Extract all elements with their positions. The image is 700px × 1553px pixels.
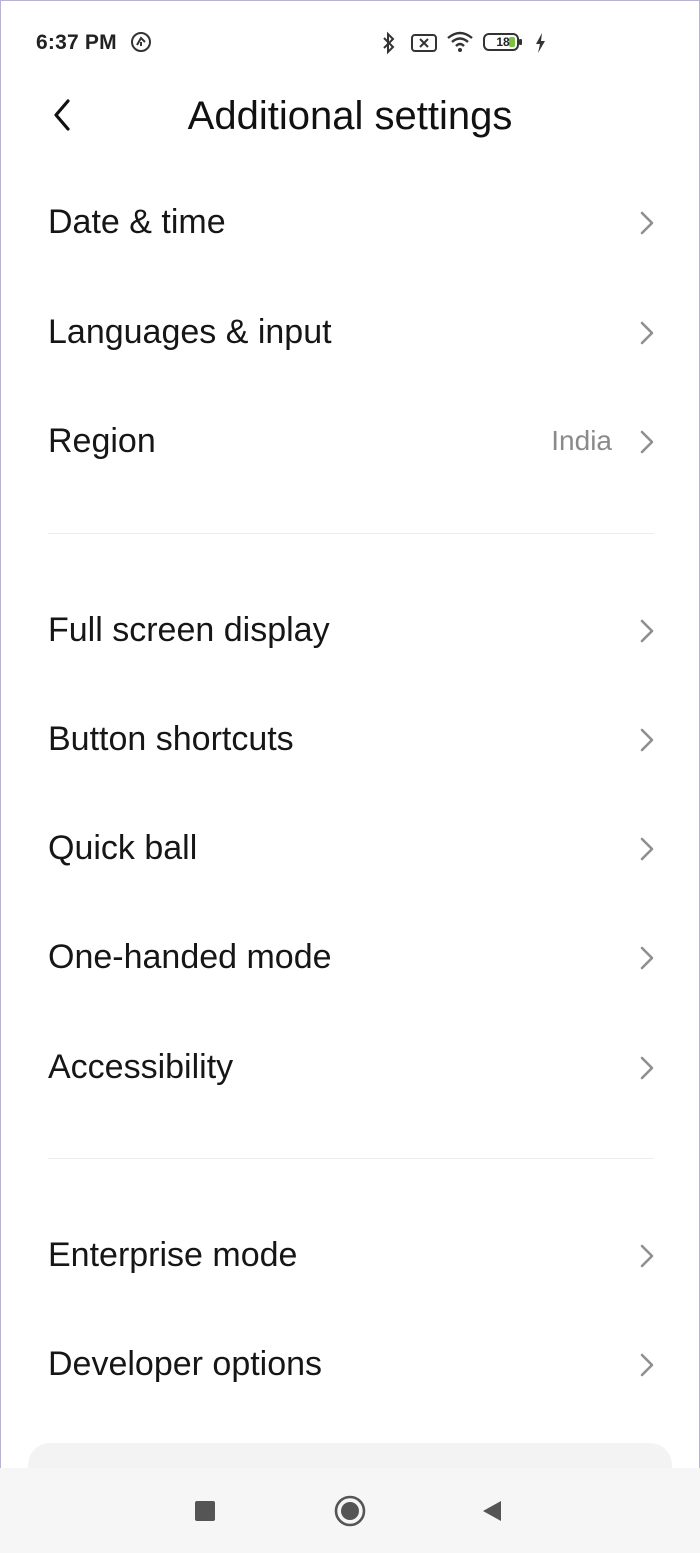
settings-item-label: Button shortcuts (48, 720, 294, 758)
settings-item-label: Developer options (48, 1345, 323, 1383)
back-icon[interactable] (481, 1499, 503, 1523)
chevron-right-icon (640, 1244, 654, 1268)
settings-item-label: Languages & input (48, 313, 332, 351)
section-divider (48, 1158, 654, 1159)
chevron-right-icon (640, 837, 654, 861)
settings-item-languages-input[interactable]: Languages & input (0, 282, 700, 382)
settings-item-developer-options[interactable]: Developer options (0, 1314, 700, 1414)
chevron-right-icon (640, 619, 654, 643)
settings-item-enterprise-mode[interactable]: Enterprise mode (0, 1205, 700, 1305)
charging-icon (533, 32, 547, 59)
settings-item-date-time[interactable]: Date & time (0, 172, 700, 272)
chevron-right-icon (640, 728, 654, 752)
settings-item-label: Date & time (48, 203, 226, 241)
chevron-right-icon (640, 946, 654, 970)
sim-icon (411, 33, 437, 58)
settings-item-quick-ball[interactable]: Quick ball (0, 798, 700, 898)
notification-icon (130, 31, 152, 58)
settings-item-label: Full screen display (48, 611, 330, 649)
settings-item-accessibility[interactable]: Accessibility (0, 1017, 700, 1117)
settings-item-full-screen-display[interactable]: Full screen display (0, 580, 700, 680)
chevron-right-icon (640, 211, 654, 235)
chevron-right-icon (640, 1056, 654, 1080)
navigation-bar (0, 1468, 700, 1553)
battery-level: 18 (496, 35, 510, 49)
settings-item-label: Quick ball (48, 829, 198, 867)
home-icon[interactable] (334, 1495, 366, 1527)
bluetooth-icon (380, 31, 398, 60)
settings-item-label: Accessibility (48, 1048, 234, 1086)
chevron-right-icon (640, 1353, 654, 1377)
battery-icon: 18 (483, 33, 523, 51)
settings-item-label: Region (48, 422, 156, 460)
chevron-right-icon (640, 430, 654, 454)
chevron-right-icon (640, 321, 654, 345)
status-time: 6:37 PM (36, 31, 117, 54)
settings-item-button-shortcuts[interactable]: Button shortcuts (0, 689, 700, 789)
settings-item-region[interactable]: Region India (0, 391, 700, 491)
status-bar: 6:37 PM 18 (0, 0, 700, 86)
settings-item-value: India (551, 425, 612, 456)
settings-item-one-handed-mode[interactable]: One-handed mode (0, 907, 700, 1007)
section-divider (48, 533, 654, 534)
page-title: Additional settings (187, 94, 513, 138)
settings-item-label: Enterprise mode (48, 1236, 298, 1274)
recents-icon[interactable] (195, 1501, 215, 1521)
settings-item-label: One-handed mode (48, 938, 332, 976)
wifi-icon (446, 31, 474, 58)
